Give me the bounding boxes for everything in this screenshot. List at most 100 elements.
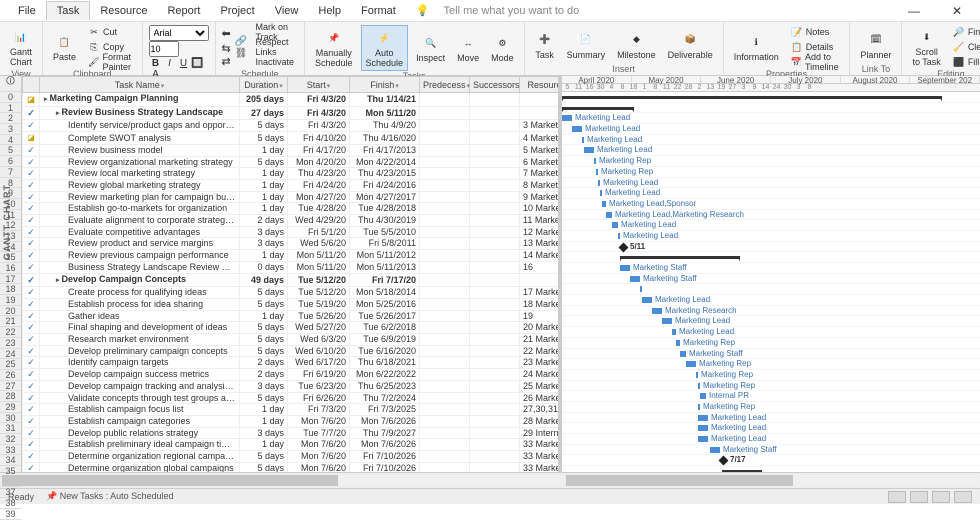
duration-cell[interactable]: 5 days xyxy=(240,334,288,346)
respect-links-button[interactable]: Respect Links xyxy=(251,40,298,54)
gantt-bar[interactable] xyxy=(700,393,706,399)
row-number[interactable]: 7 xyxy=(0,167,21,178)
resource-cell[interactable] xyxy=(520,106,563,120)
gantt-bar[interactable] xyxy=(606,212,612,218)
insert-task-button[interactable]: ➕Task xyxy=(531,28,559,62)
resource-cell[interactable]: 23 Marketing Lead xyxy=(520,357,563,369)
pred-cell[interactable] xyxy=(420,226,470,238)
gantt-bar[interactable] xyxy=(698,404,700,410)
gantt-bar[interactable] xyxy=(698,415,708,421)
finish-cell[interactable]: Thu 4/16/020 xyxy=(350,132,420,145)
table-row[interactable]: ◪Complete SWOT analysis5 daysFri 4/10/20… xyxy=(23,132,563,145)
succ-cell[interactable] xyxy=(470,287,520,299)
pred-cell[interactable] xyxy=(420,156,470,168)
col-header[interactable]: Start▾ xyxy=(288,77,350,93)
start-cell[interactable]: Fri 4/3/20 xyxy=(288,120,350,132)
start-cell[interactable]: Wed 5/6/20 xyxy=(288,238,350,250)
resource-cell[interactable]: 18 Marketing Staff xyxy=(520,298,563,310)
milestone-icon[interactable] xyxy=(619,242,629,252)
col-header[interactable]: Resource Names▾ xyxy=(520,77,563,93)
row-number[interactable]: 30 xyxy=(0,413,21,424)
gantt-bar[interactable] xyxy=(630,276,640,282)
table-row[interactable]: ✓Review business model1 dayFri 4/17/20Fr… xyxy=(23,144,563,156)
indent-left-icon[interactable]: ⬅ xyxy=(222,27,231,40)
task-name-cell[interactable]: Develop public relations strategy xyxy=(40,427,240,439)
finish-cell[interactable]: Mon 5/11/20 xyxy=(350,106,420,120)
finish-cell[interactable]: Fri 7/3/2025 xyxy=(350,404,420,416)
row-number[interactable]: 0 xyxy=(0,92,21,103)
duration-cell[interactable]: 5 days xyxy=(240,298,288,310)
pred-cell[interactable] xyxy=(420,261,470,273)
menu-view[interactable]: View xyxy=(265,2,309,20)
succ-cell[interactable] xyxy=(470,334,520,346)
task-name-cell[interactable]: Develop campaign success metrics xyxy=(40,369,240,381)
row-number[interactable]: 17 xyxy=(0,274,21,285)
view-button-4[interactable] xyxy=(954,491,972,503)
duration-cell[interactable]: 1 day xyxy=(240,250,288,262)
grid-header-row[interactable]: Task Name▾Duration▾Start▾Finish▾Predeces… xyxy=(23,77,563,93)
duration-cell[interactable]: 1 day xyxy=(240,404,288,416)
pred-cell[interactable] xyxy=(420,334,470,346)
finish-cell[interactable]: Thu 6/25/2023 xyxy=(350,380,420,392)
pred-cell[interactable] xyxy=(420,238,470,250)
finish-cell[interactable]: Tue 6/9/2019 xyxy=(350,334,420,346)
resource-cell[interactable]: 7 Marketing Rep xyxy=(520,168,563,180)
succ-cell[interactable] xyxy=(470,357,520,369)
format-painter-button[interactable]: 🖌Format Painter xyxy=(84,55,136,69)
mode-button[interactable]: ⚙Mode xyxy=(487,31,518,65)
gantt-bar[interactable] xyxy=(600,190,602,196)
succ-cell[interactable] xyxy=(470,132,520,145)
pred-cell[interactable] xyxy=(420,345,470,357)
finish-cell[interactable]: Fri 7/17/20 xyxy=(350,273,420,287)
task-name-cell[interactable]: Review business model xyxy=(40,144,240,156)
finish-cell[interactable]: Mon 7/6/2026 xyxy=(350,439,420,451)
start-cell[interactable]: Tue 5/19/20 xyxy=(288,298,350,310)
pred-cell[interactable] xyxy=(420,404,470,416)
task-name-cell[interactable]: Develop preliminary campaign concepts xyxy=(40,345,240,357)
table-row[interactable]: ✓Establish go-to-markets for organizatio… xyxy=(23,203,563,215)
table-row[interactable]: ✓Validate concepts through test groups a… xyxy=(23,392,563,404)
resource-cell[interactable]: 24 Marketing Rep xyxy=(520,369,563,381)
task-name-cell[interactable]: Review Business Strategy Landscape xyxy=(40,106,240,120)
start-cell[interactable]: Mon 7/6/20 xyxy=(288,439,350,451)
task-name-cell[interactable]: Validate concepts through test groups an… xyxy=(40,392,240,404)
gantt-bar[interactable] xyxy=(562,96,942,99)
start-cell[interactable]: Mon 7/6/20 xyxy=(288,451,350,463)
gantt-bar[interactable] xyxy=(710,447,720,453)
row-number[interactable]: 32 xyxy=(0,434,21,445)
start-cell[interactable]: Fri 7/3/20 xyxy=(288,404,350,416)
start-cell[interactable]: Mon 7/6/20 xyxy=(288,462,350,472)
succ-cell[interactable] xyxy=(470,203,520,215)
succ-cell[interactable] xyxy=(470,273,520,287)
pred-cell[interactable] xyxy=(420,415,470,427)
resource-cell[interactable]: 33 Marketing Lead xyxy=(520,451,563,463)
table-row[interactable]: ✓Develop Campaign Concepts49 daysTue 5/1… xyxy=(23,273,563,287)
pred-cell[interactable] xyxy=(420,191,470,203)
start-cell[interactable]: Fri 4/3/20 xyxy=(288,93,350,107)
table-row[interactable]: ✓Determine organization regional campaig… xyxy=(23,451,563,463)
row-number[interactable]: 5 xyxy=(0,145,21,156)
row-number[interactable]: 28 xyxy=(0,391,21,402)
succ-cell[interactable] xyxy=(470,451,520,463)
duration-cell[interactable]: 5 days xyxy=(240,132,288,145)
auto-schedule-button[interactable]: ⚡Auto Schedule xyxy=(361,25,409,71)
task-name-cell[interactable]: Marketing Campaign Planning xyxy=(40,93,240,107)
resource-cell[interactable]: 17 Marketing Staff xyxy=(520,287,563,299)
row-number[interactable]: 26 xyxy=(0,370,21,381)
view-button-1[interactable] xyxy=(888,491,906,503)
duration-cell[interactable]: 5 days xyxy=(240,345,288,357)
table-row[interactable]: ✓Determine organization global campaigns… xyxy=(23,462,563,472)
duration-cell[interactable]: 5 days xyxy=(240,462,288,472)
gantt-bar[interactable] xyxy=(572,126,582,132)
col-header[interactable]: Successors▾ xyxy=(470,77,520,93)
table-row[interactable]: ✓Develop preliminary campaign concepts5 … xyxy=(23,345,563,357)
gantt-bar[interactable] xyxy=(584,147,594,153)
gantt-bar[interactable] xyxy=(612,222,618,228)
succ-cell[interactable] xyxy=(470,345,520,357)
summary-button[interactable]: 📄Summary xyxy=(563,28,610,62)
resource-cell[interactable]: 12 Marketing Lead,Marke xyxy=(520,226,563,238)
succ-cell[interactable] xyxy=(470,191,520,203)
duration-cell[interactable]: 1 day xyxy=(240,439,288,451)
gantt-bar[interactable] xyxy=(596,169,598,175)
table-row[interactable]: ✓Final shaping and development of ideas5… xyxy=(23,322,563,334)
